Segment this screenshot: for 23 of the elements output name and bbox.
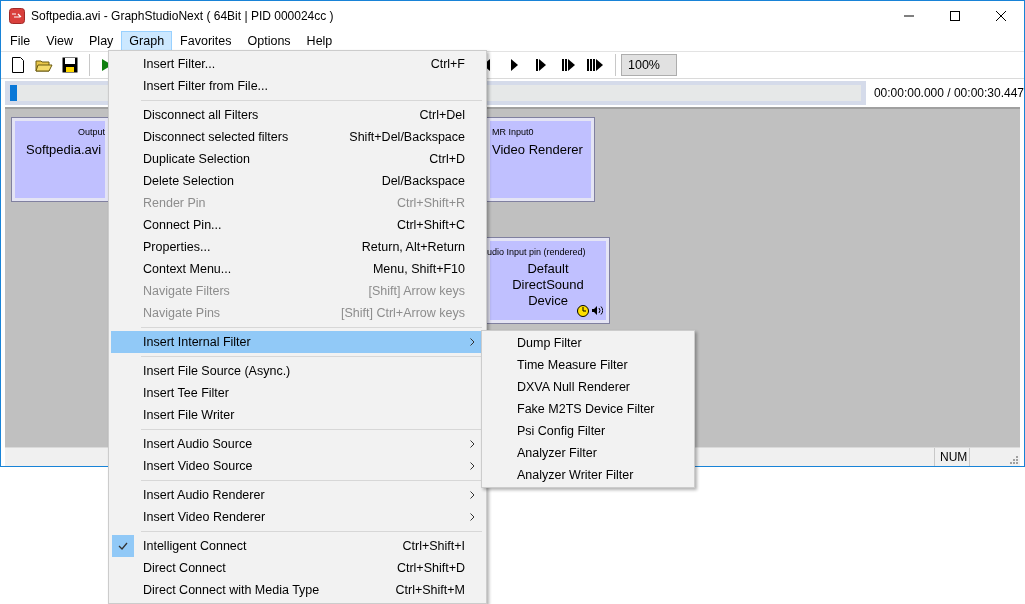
shortcut-label: [Shift] Arrow keys — [368, 284, 465, 298]
filter-name: Default DirectSound Device — [511, 260, 585, 309]
window-title: Softpedia.avi - GraphStudioNext ( 64Bit | PID 000024cc ) — [31, 9, 335, 23]
shortcut-label: Ctrl+Shift+D — [396, 561, 465, 575]
shortcut-label: Return, Alt+Return — [361, 240, 465, 254]
time-display: 00:00:00.000 / 00:00:30.447 — [873, 85, 1024, 100]
shortcut-label: Ctrl+Shift+M — [395, 583, 465, 597]
shortcut-label: [Shift] Ctrl+Arrow keys — [341, 306, 465, 320]
filter-name: Softpedia.avi — [25, 141, 103, 157]
shortcut-label: Ctrl+Shift+R — [396, 196, 465, 210]
shortcut-label: Del/Backspace — [381, 174, 465, 188]
shortcut-label: Ctrl+F — [430, 57, 465, 71]
shortcut-label: Menu, Shift+F10 — [372, 262, 465, 276]
shortcut-label: Ctrl+Del — [419, 108, 465, 122]
pin-label: udio Input pin (rendered) — [487, 246, 587, 257]
shortcut-label: Ctrl+Shift+C — [396, 218, 465, 232]
shortcut-label: Ctrl+Shift+I — [402, 539, 465, 553]
status-indicator: NUM — [934, 448, 969, 466]
shortcut-label: Ctrl+D — [429, 152, 465, 166]
pin-label: MR Input0 — [491, 126, 535, 137]
shortcut-label: Shift+Del/Backspace — [349, 130, 465, 144]
filter-name: Video Renderer — [491, 141, 584, 157]
pin-label: Output — [76, 126, 105, 137]
